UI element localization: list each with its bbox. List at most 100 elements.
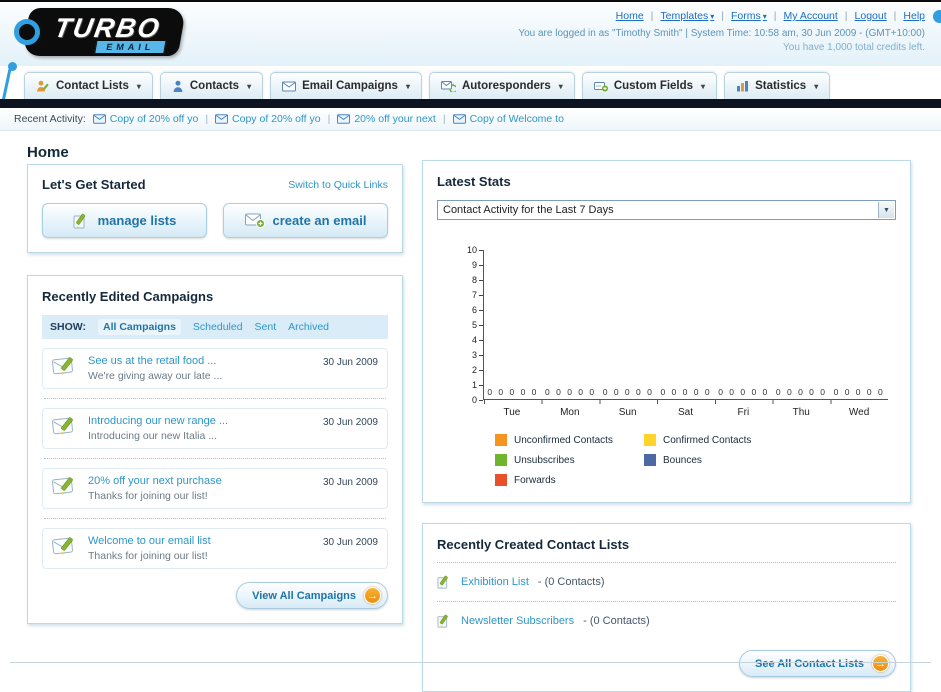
recent-activity-text: Copy of 20% off yo — [232, 113, 321, 125]
get-started-panel: Let's Get Started Switch to Quick Links … — [27, 164, 403, 253]
envelope-icon — [337, 114, 351, 124]
legend-item: Confirmed Contacts — [644, 434, 793, 446]
nav-forms-link[interactable]: Forms ▾ — [731, 10, 767, 22]
campaign-row[interactable]: 20% off your next purchase Thanks for jo… — [42, 468, 388, 509]
recent-activity-link[interactable]: 20% off your next — [337, 113, 436, 125]
tab-custom-fields[interactable]: Custom Fields ▾ — [581, 72, 718, 99]
contact-list-row[interactable]: Newsletter Subscribers - (0 Contacts) — [437, 610, 896, 632]
pencil-paper-icon — [73, 213, 90, 229]
pencil-paper-icon — [437, 614, 452, 628]
contact-lists-icon — [36, 80, 50, 93]
bar-value-labels: 0 0 0 0 0 — [545, 387, 597, 397]
main-nav: Contact Lists ▾ Contacts ▾ Email Campaig… — [0, 68, 941, 99]
stats-period-select[interactable]: Contact Activity for the Last 7 Days ▼ — [437, 200, 896, 220]
contact-list-row[interactable]: Exhibition List - (0 Contacts) — [437, 571, 896, 593]
chart-bar-group: 0 0 0 0 0 — [599, 250, 657, 399]
contact-list-link[interactable]: Newsletter Subscribers — [461, 615, 574, 627]
envelope-pencil-icon — [52, 355, 78, 377]
legend-item: Bounces — [644, 454, 793, 466]
contact-lists-panel: Recently Created Contact Lists Exhibitio… — [422, 523, 911, 692]
separator: | — [844, 10, 848, 22]
y-axis-tick-label: 3 — [471, 350, 484, 360]
chart-bar-group: 0 0 0 0 0 — [830, 250, 888, 399]
tab-label: Custom Fields — [613, 80, 694, 92]
nav-home-link[interactable]: Home — [616, 10, 644, 22]
nav-help-link[interactable]: Help — [903, 10, 925, 22]
tab-label: Statistics — [755, 80, 807, 92]
view-all-campaigns-button[interactable]: View All Campaigns → — [236, 582, 388, 609]
tab-contacts[interactable]: Contacts ▾ — [159, 72, 264, 99]
filter-archived[interactable]: Archived — [288, 321, 329, 333]
tab-contact-lists[interactable]: Contact Lists ▾ — [24, 72, 153, 99]
chart-x-labels: Tue Mon Sun Sat Fri Thu Wed — [483, 407, 888, 418]
credits-info: You have 1,000 total credits left. — [783, 42, 925, 53]
recent-activity-link[interactable]: Copy of 20% off yo — [215, 113, 321, 125]
separator: | — [442, 113, 446, 125]
tab-autoresponders[interactable]: Autoresponders ▾ — [428, 72, 575, 99]
switch-quick-links[interactable]: Switch to Quick Links — [288, 179, 388, 191]
separator: | — [773, 10, 777, 22]
recent-activity-text: 20% off your next — [354, 113, 436, 125]
recent-activity-bar: Recent Activity: Copy of 20% off yo | Co… — [0, 108, 941, 131]
login-info: You are logged in as "Timothy Smith" | S… — [518, 28, 925, 39]
manage-lists-button[interactable]: manage lists — [42, 203, 207, 238]
campaigns-panel: Recently Edited Campaigns SHOW: All Camp… — [27, 275, 403, 624]
envelope-icon — [452, 114, 466, 124]
campaign-row[interactable]: See us at the retail food ... We're givi… — [42, 348, 388, 389]
logo-swirl-icon — [14, 19, 40, 45]
stats-period-value: Contact Activity for the Last 7 Days — [443, 204, 614, 216]
filter-sent[interactable]: Sent — [255, 321, 277, 333]
filter-all-campaigns[interactable]: All Campaigns — [97, 319, 181, 335]
filter-scheduled[interactable]: Scheduled — [193, 321, 243, 333]
tab-statistics[interactable]: Statistics ▾ — [724, 72, 831, 99]
campaign-title-link[interactable]: Introducing our new range ... — [88, 415, 313, 427]
campaign-title-link[interactable]: Welcome to our email list — [88, 535, 313, 547]
nav-logout-link[interactable]: Logout — [855, 10, 887, 22]
envelope-pencil-icon — [52, 535, 78, 557]
contact-lists-title: Recently Created Contact Lists — [437, 537, 630, 552]
envelope-plus-icon — [244, 213, 265, 228]
campaign-date: 30 Jun 2009 — [322, 417, 378, 428]
create-email-button[interactable]: create an email — [223, 203, 388, 238]
campaign-title-link[interactable]: See us at the retail food ... — [88, 355, 313, 367]
see-all-contact-lists-label: See All Contact Lists — [754, 657, 864, 670]
campaign-title-link[interactable]: 20% off your next purchase — [88, 475, 313, 487]
campaign-row[interactable]: Welcome to our email list Thanks for joi… — [42, 528, 388, 569]
chart-y-axis: 10 9 8 7 6 5 4 3 2 1 0 — [463, 245, 484, 405]
caret-down-icon: ▾ — [136, 81, 141, 91]
legend-swatch-icon — [644, 454, 656, 466]
contact-list-count: - (0 Contacts) — [537, 576, 605, 588]
chart-bar-group: 0 0 0 0 0 — [484, 250, 542, 399]
campaign-date: 30 Jun 2009 — [322, 357, 378, 368]
page-title: Home — [27, 144, 69, 162]
arrow-right-icon: → — [872, 655, 889, 672]
campaigns-title: Recently Edited Campaigns — [42, 289, 214, 304]
chart-x-ticks — [484, 400, 888, 404]
nav-templates-link[interactable]: Templates ▾ — [660, 10, 714, 22]
nav-my-account-link[interactable]: My Account — [784, 10, 838, 22]
recent-activity-label: Recent Activity: — [14, 113, 86, 125]
y-axis-tick-label: 9 — [471, 260, 484, 270]
contacts-icon — [172, 80, 184, 93]
arrow-right-icon: → — [364, 587, 381, 604]
recent-activity-link[interactable]: Copy of 20% off yo — [92, 113, 198, 125]
see-all-contact-lists-button[interactable]: See All Contact Lists → — [738, 650, 896, 677]
tab-label: Contacts — [189, 80, 240, 92]
chart-legend: Unconfirmed Contacts Confirmed Contacts Un… — [495, 434, 888, 486]
separator: | — [721, 10, 725, 22]
tab-email-campaigns[interactable]: Email Campaigns ▾ — [270, 72, 422, 99]
tab-label: Autoresponders — [461, 80, 551, 92]
campaign-row[interactable]: Introducing our new range ... Introducin… — [42, 408, 388, 449]
envelope-pencil-icon — [52, 475, 78, 497]
y-axis-tick-label: 6 — [471, 305, 484, 315]
campaign-subtitle: Introducing our new Italia ... — [88, 430, 217, 442]
chart-bar-group: 0 0 0 0 0 — [715, 250, 773, 399]
caret-down-icon: ▾ — [814, 81, 819, 91]
top-nav: Home | Templates ▾ | Forms ▾ | My Account … — [518, 10, 925, 22]
recent-activity-text: Copy of Welcome to — [469, 113, 564, 125]
contact-list-link[interactable]: Exhibition List — [461, 576, 529, 588]
logo[interactable]: TURBO EMAIL — [14, 8, 187, 56]
recent-activity-link[interactable]: Copy of Welcome to — [452, 113, 564, 125]
legend-swatch-icon — [495, 474, 507, 486]
y-axis-tick-label: 0 — [471, 395, 484, 405]
